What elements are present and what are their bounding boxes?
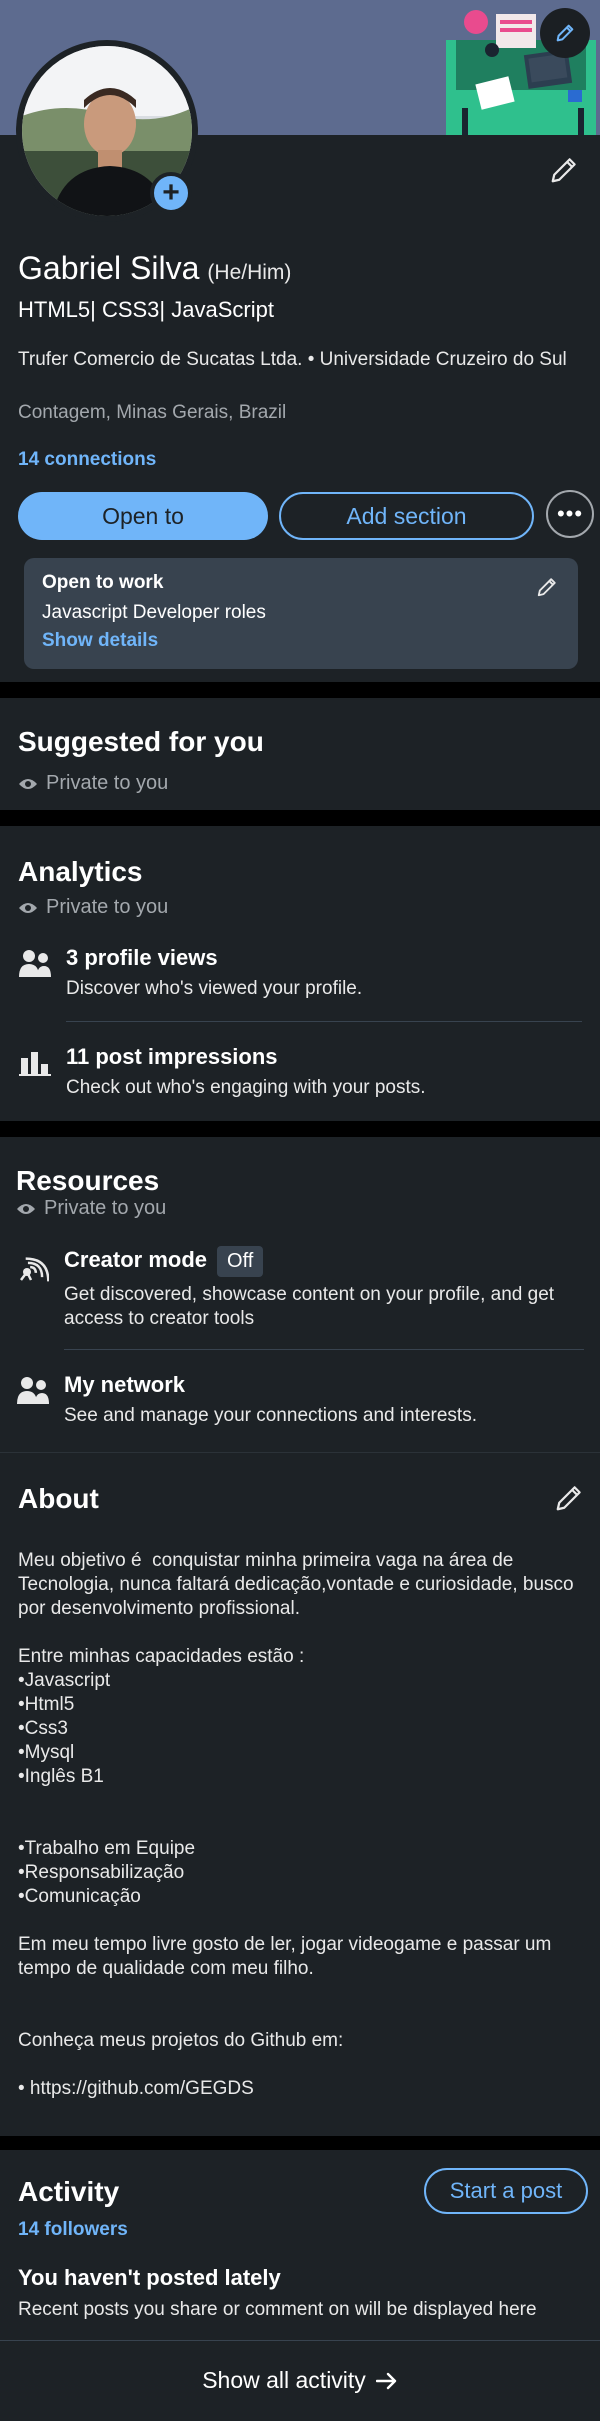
open-to-work-box[interactable]: Open to work Javascript Developer roles … xyxy=(24,558,578,669)
broadcast-icon xyxy=(16,1246,50,1331)
private-indicator: Private to you xyxy=(18,896,582,919)
connections-link[interactable]: 14 connections xyxy=(18,449,156,471)
profile-page: + Gabriel Silva (He/Him) HTML5| CSS3| Ja… xyxy=(0,0,600,2421)
profile-headline: HTML5| CSS3| JavaScript xyxy=(18,297,274,322)
profile-location: Contagem, Minas Gerais, Brazil xyxy=(18,402,287,423)
private-indicator: Private to you xyxy=(16,1197,584,1220)
show-all-activity-button[interactable]: Show all activity xyxy=(0,2340,600,2421)
eye-icon xyxy=(19,778,37,789)
people-icon xyxy=(18,945,52,1001)
my-network-item[interactable]: My network See and manage your connectio… xyxy=(16,1372,584,1428)
divider xyxy=(66,1021,582,1022)
pencil-icon xyxy=(537,578,556,597)
about-section: About Meu objetivo é conquistar minha pr… xyxy=(0,1452,600,2136)
resources-title: Resources xyxy=(16,1165,160,1196)
creator-mode-label: Creator mode xyxy=(64,1247,208,1272)
activity-section: Activity 14 followers Start a post You h… xyxy=(0,2150,600,2421)
creator-mode-status-badge: Off xyxy=(217,1246,264,1277)
show-details-link[interactable]: Show details xyxy=(42,630,560,652)
profile-views-item[interactable]: 3 profile views Discover who's viewed yo… xyxy=(18,945,582,1001)
show-all-activity-label: Show all activity xyxy=(202,2367,366,2393)
pencil-icon xyxy=(556,1486,581,1511)
start-post-button[interactable]: Start a post xyxy=(424,2168,588,2214)
activity-empty-title: You haven't posted lately xyxy=(18,2265,281,2290)
resources-section: Resources Private to you Creator mode Of… xyxy=(0,1137,600,1452)
analytics-title: Analytics xyxy=(18,856,143,887)
creator-mode-title: Creator mode Off xyxy=(64,1246,584,1277)
creator-mode-item[interactable]: Creator mode Off Get discovered, showcase… xyxy=(16,1246,584,1331)
my-network-title: My network xyxy=(64,1372,186,1397)
pencil-icon xyxy=(551,158,576,183)
profile-card: + Gabriel Silva (He/Him) HTML5| CSS3| Ja… xyxy=(0,0,600,682)
about-title: About xyxy=(18,1483,99,1514)
suggested-title: Suggested for you xyxy=(18,726,264,757)
eye-icon xyxy=(19,902,37,913)
private-label: Private to you xyxy=(46,772,169,794)
post-impressions-subtitle: Check out who's engaging with your posts… xyxy=(66,1077,426,1098)
private-indicator: Private to you xyxy=(18,772,582,795)
open-to-work-edit-button[interactable] xyxy=(536,576,558,603)
bar-chart-icon xyxy=(18,1044,52,1100)
add-section-button[interactable]: Add section xyxy=(279,492,534,540)
profile-pronouns: (He/Him) xyxy=(207,261,292,284)
post-impressions-title: 11 post impressions xyxy=(66,1044,278,1069)
open-to-work-roles: Javascript Developer roles xyxy=(42,602,266,623)
about-text: Meu objetivo é conquistar minha primeira… xyxy=(18,1550,574,2099)
activity-empty-subtitle: Recent posts you share or comment on wil… xyxy=(18,2299,537,2320)
profile-views-subtitle: Discover who's viewed your profile. xyxy=(66,978,363,999)
about-edit-button[interactable] xyxy=(554,1483,584,1518)
activity-title: Activity xyxy=(18,2176,120,2207)
profile-edit-button[interactable] xyxy=(544,150,584,190)
more-button[interactable]: ••• xyxy=(546,490,594,538)
suggested-section: Suggested for you Private to you xyxy=(0,698,600,810)
pencil-icon xyxy=(556,24,574,42)
eye-icon xyxy=(17,1203,35,1214)
more-horizontal-icon: ••• xyxy=(556,501,584,526)
private-label: Private to you xyxy=(44,1197,167,1219)
analytics-section: Analytics Private to you 3 profile views… xyxy=(0,826,600,1121)
post-impressions-item[interactable]: 11 post impressions Check out who's enga… xyxy=(18,1044,582,1100)
open-to-work-title: Open to work xyxy=(42,572,164,593)
creator-mode-subtitle: Get discovered, showcase content on your… xyxy=(64,1284,555,1329)
arrow-right-icon xyxy=(375,2372,397,2389)
profile-views-title: 3 profile views xyxy=(66,945,218,970)
add-photo-button[interactable]: + xyxy=(150,172,192,214)
my-network-subtitle: See and manage your connections and inte… xyxy=(64,1405,477,1426)
people-icon xyxy=(16,1372,50,1428)
followers-count[interactable]: 14 followers xyxy=(18,2219,128,2241)
profile-name: Gabriel Silva xyxy=(18,250,200,286)
name-row: Gabriel Silva (He/Him) xyxy=(18,250,291,287)
banner-edit-button[interactable] xyxy=(540,8,590,58)
open-to-button[interactable]: Open to xyxy=(18,492,268,540)
profile-education[interactable]: Trufer Comercio de Sucatas Ltda. • Unive… xyxy=(18,348,588,371)
divider xyxy=(64,1349,584,1350)
private-label: Private to you xyxy=(46,896,169,918)
